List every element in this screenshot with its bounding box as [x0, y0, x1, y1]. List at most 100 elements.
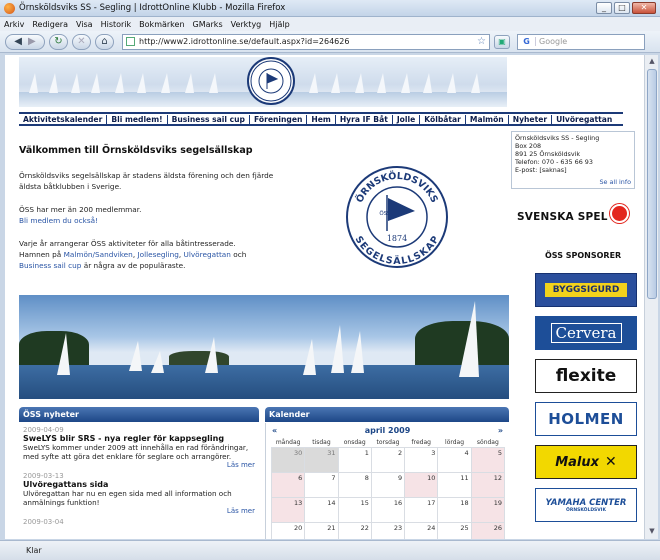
calendar-day[interactable]: 15 [337, 496, 372, 523]
search-box[interactable]: G Google [517, 33, 645, 50]
svenska-spel-logo[interactable]: SVENSKA SPEL [517, 211, 608, 223]
read-more-link[interactable]: Läs mer [23, 461, 255, 469]
sponsor-label: flexite [555, 366, 617, 386]
sponsor-byggsigurd[interactable]: BYGGSIGURD [535, 273, 637, 307]
calendar-day[interactable]: 9 [370, 471, 406, 498]
ulvoregattan-link[interactable]: Ulvöregattan [184, 250, 231, 259]
contact-email: E-post: [saknas] [515, 166, 567, 174]
jollesegling-link[interactable]: Jollesegling [137, 250, 178, 259]
contact-phone: Telefon: 070 - 635 66 93 [515, 158, 593, 166]
calendar-day[interactable]: 20 [270, 521, 306, 539]
maximize-button[interactable]: □ [614, 2, 630, 14]
scroll-up-icon[interactable]: ▲ [647, 57, 657, 67]
calendar-day[interactable]: 4 [437, 446, 472, 473]
calendar-day[interactable]: 13 [270, 496, 306, 523]
close-button[interactable]: ✕ [632, 2, 656, 14]
calendar-day[interactable]: 10 [404, 471, 439, 498]
banner-sail-icon [447, 73, 456, 93]
menu-hjalp[interactable]: Hjälp [269, 20, 289, 29]
menu-gmarks[interactable]: GMarks [193, 20, 223, 29]
calendar-day[interactable]: 18 [437, 496, 472, 523]
calendar-day[interactable]: 14 [304, 496, 339, 523]
minimize-button[interactable]: _ [596, 2, 612, 14]
weekday-header: måndag [275, 438, 301, 446]
business-sail-cup-link[interactable]: Business sail cup [19, 261, 81, 270]
scroll-down-icon[interactable]: ▼ [647, 527, 657, 537]
nav-business-sail-cup[interactable]: Business sail cup [168, 114, 250, 124]
stop-button[interactable]: ✕ [72, 33, 91, 50]
calendar-day[interactable]: 19 [470, 496, 506, 523]
nav-foreningen[interactable]: Föreningen [250, 114, 308, 124]
calendar-day[interactable]: 23 [370, 521, 406, 539]
calendar-day[interactable]: 22 [337, 521, 372, 539]
calendar-day[interactable]: 30 [270, 446, 306, 473]
calendar-day[interactable]: 12 [470, 471, 506, 498]
stop-icon: ✕ [77, 36, 86, 47]
menu-arkiv[interactable]: Arkiv [4, 20, 24, 29]
calendar-day[interactable]: 6 [270, 471, 306, 498]
nav-jolle[interactable]: Jolle [393, 114, 421, 124]
sponsor-holmen[interactable]: HOLMEN [535, 402, 637, 436]
calendar-day[interactable]: 26 [470, 521, 506, 539]
see-all-info-link[interactable]: Se all info [599, 178, 631, 186]
calendar-day[interactable]: 31 [304, 446, 339, 473]
weekday-header: torsdag [376, 438, 400, 446]
address-bar[interactable]: http://www2.idrottonline.se/default.aspx… [122, 33, 490, 50]
menu-redigera[interactable]: Redigera [32, 20, 68, 29]
become-member-link[interactable]: Bli medlem du också! [19, 216, 98, 225]
menu-bokmarken[interactable]: Bokmärken [139, 20, 184, 29]
nav-hyra-if-bat[interactable]: Hyra IF Båt [336, 114, 393, 124]
calendar-prev-button[interactable]: « [272, 426, 277, 435]
nav-nyheter[interactable]: Nyheter [509, 114, 553, 124]
status-bar: Klar [0, 540, 660, 560]
menu-verktyg[interactable]: Verktyg [231, 20, 262, 29]
sponsor-malux[interactable]: Malux ✕ [535, 445, 637, 479]
menu-historik[interactable]: Historik [101, 20, 132, 29]
malmon-link[interactable]: Malmön/Sandviken [64, 250, 133, 259]
yamaha-subtitle: ÖRNSKÖLDSVIK [566, 507, 606, 513]
sponsor-cervera[interactable]: Cervera [535, 316, 637, 350]
calendar-day[interactable]: 1 [337, 446, 372, 473]
calendar-day[interactable]: 24 [404, 521, 439, 539]
news-title[interactable]: SweLYS blir SRS - nya regler för kappseg… [23, 434, 255, 443]
calendar-day[interactable]: 7 [304, 471, 339, 498]
scrollbar-thumb[interactable] [647, 69, 657, 299]
back-forward-button[interactable]: ◀ ▶ [5, 33, 45, 50]
calendar-day[interactable]: 25 [437, 521, 472, 539]
search-placeholder[interactable]: Google [539, 37, 567, 46]
nav-bli-medlem[interactable]: Bli medlem! [107, 114, 168, 124]
home-button[interactable]: ⌂ [95, 33, 114, 50]
url-text[interactable]: http://www2.idrottonline.se/default.aspx… [139, 37, 477, 46]
activities-prefix: Hamnen på [19, 250, 64, 259]
calendar-day[interactable]: 21 [304, 521, 339, 539]
calendar-day[interactable]: 16 [370, 496, 406, 523]
vertical-scrollbar[interactable]: ▲ ▼ [644, 55, 658, 539]
bookmark-star-icon[interactable]: ☆ [477, 36, 486, 47]
sailboat-icon [129, 341, 142, 371]
calendar-day[interactable]: 5 [470, 446, 506, 473]
banner-sail-icon [309, 73, 318, 93]
news-title[interactable]: Ulvöregattans sida [23, 480, 255, 489]
calendar-day[interactable]: 17 [404, 496, 439, 523]
sponsor-flexite[interactable]: flexite [535, 359, 637, 393]
sponsor-yamaha-center[interactable]: YAMAHA CENTER ÖRNSKÖLDSVIK [535, 488, 637, 522]
calendar-next-button[interactable]: » [498, 426, 503, 435]
reload-button[interactable]: ↻ [49, 33, 68, 50]
club-logo-small[interactable] [247, 57, 295, 105]
nav-hem[interactable]: Hem [307, 114, 336, 124]
calendar-day[interactable]: 3 [404, 446, 439, 473]
nav-kolbatar[interactable]: Kölbåtar [420, 114, 466, 124]
web-page: Aktivitetskalender Bli medlem! Business … [5, 55, 644, 539]
nav-aktivitetskalender[interactable]: Aktivitetskalender [19, 114, 108, 124]
nav-malmon[interactable]: Malmön [466, 114, 509, 124]
news-text: Ulvöregattan har nu en egen sida med all… [23, 489, 232, 507]
menu-visa[interactable]: Visa [76, 20, 93, 29]
calendar-day[interactable]: 8 [337, 471, 372, 498]
nav-ulvoregattan[interactable]: Ulvöregattan [552, 115, 616, 124]
weekday-header: söndag [476, 438, 499, 446]
calendar-day[interactable]: 11 [437, 471, 472, 498]
calendar-day[interactable]: 2 [370, 446, 406, 473]
club-logo-large: ÖRNSKÖLDSVIKS SEGELSÄLLSKAP ÖSS 1874 [346, 166, 448, 268]
addon-icon[interactable]: ▣ [494, 34, 510, 49]
read-more-link[interactable]: Läs mer [23, 507, 255, 515]
